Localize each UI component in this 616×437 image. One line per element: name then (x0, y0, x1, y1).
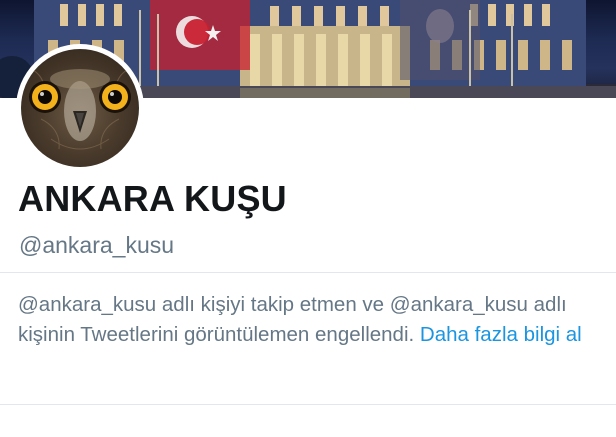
profile-avatar[interactable] (16, 44, 144, 172)
learn-more-link[interactable]: Daha fazla bilgi al (420, 323, 582, 346)
blocked-notice: @ankara_kusu adlı kişiyi takip etmen ve … (18, 290, 598, 350)
profile-display-name: ANKARA KUŞU (18, 178, 287, 219)
section-divider (0, 404, 616, 405)
owl-avatar-image (21, 49, 139, 167)
owl-face-illustration (29, 68, 131, 150)
section-divider (0, 272, 616, 273)
profile-handle: @ankara_kusu (19, 232, 175, 258)
profile-page: ANKARA KUŞU @ankara_kusu @ankara_kusu ad… (0, 0, 616, 437)
